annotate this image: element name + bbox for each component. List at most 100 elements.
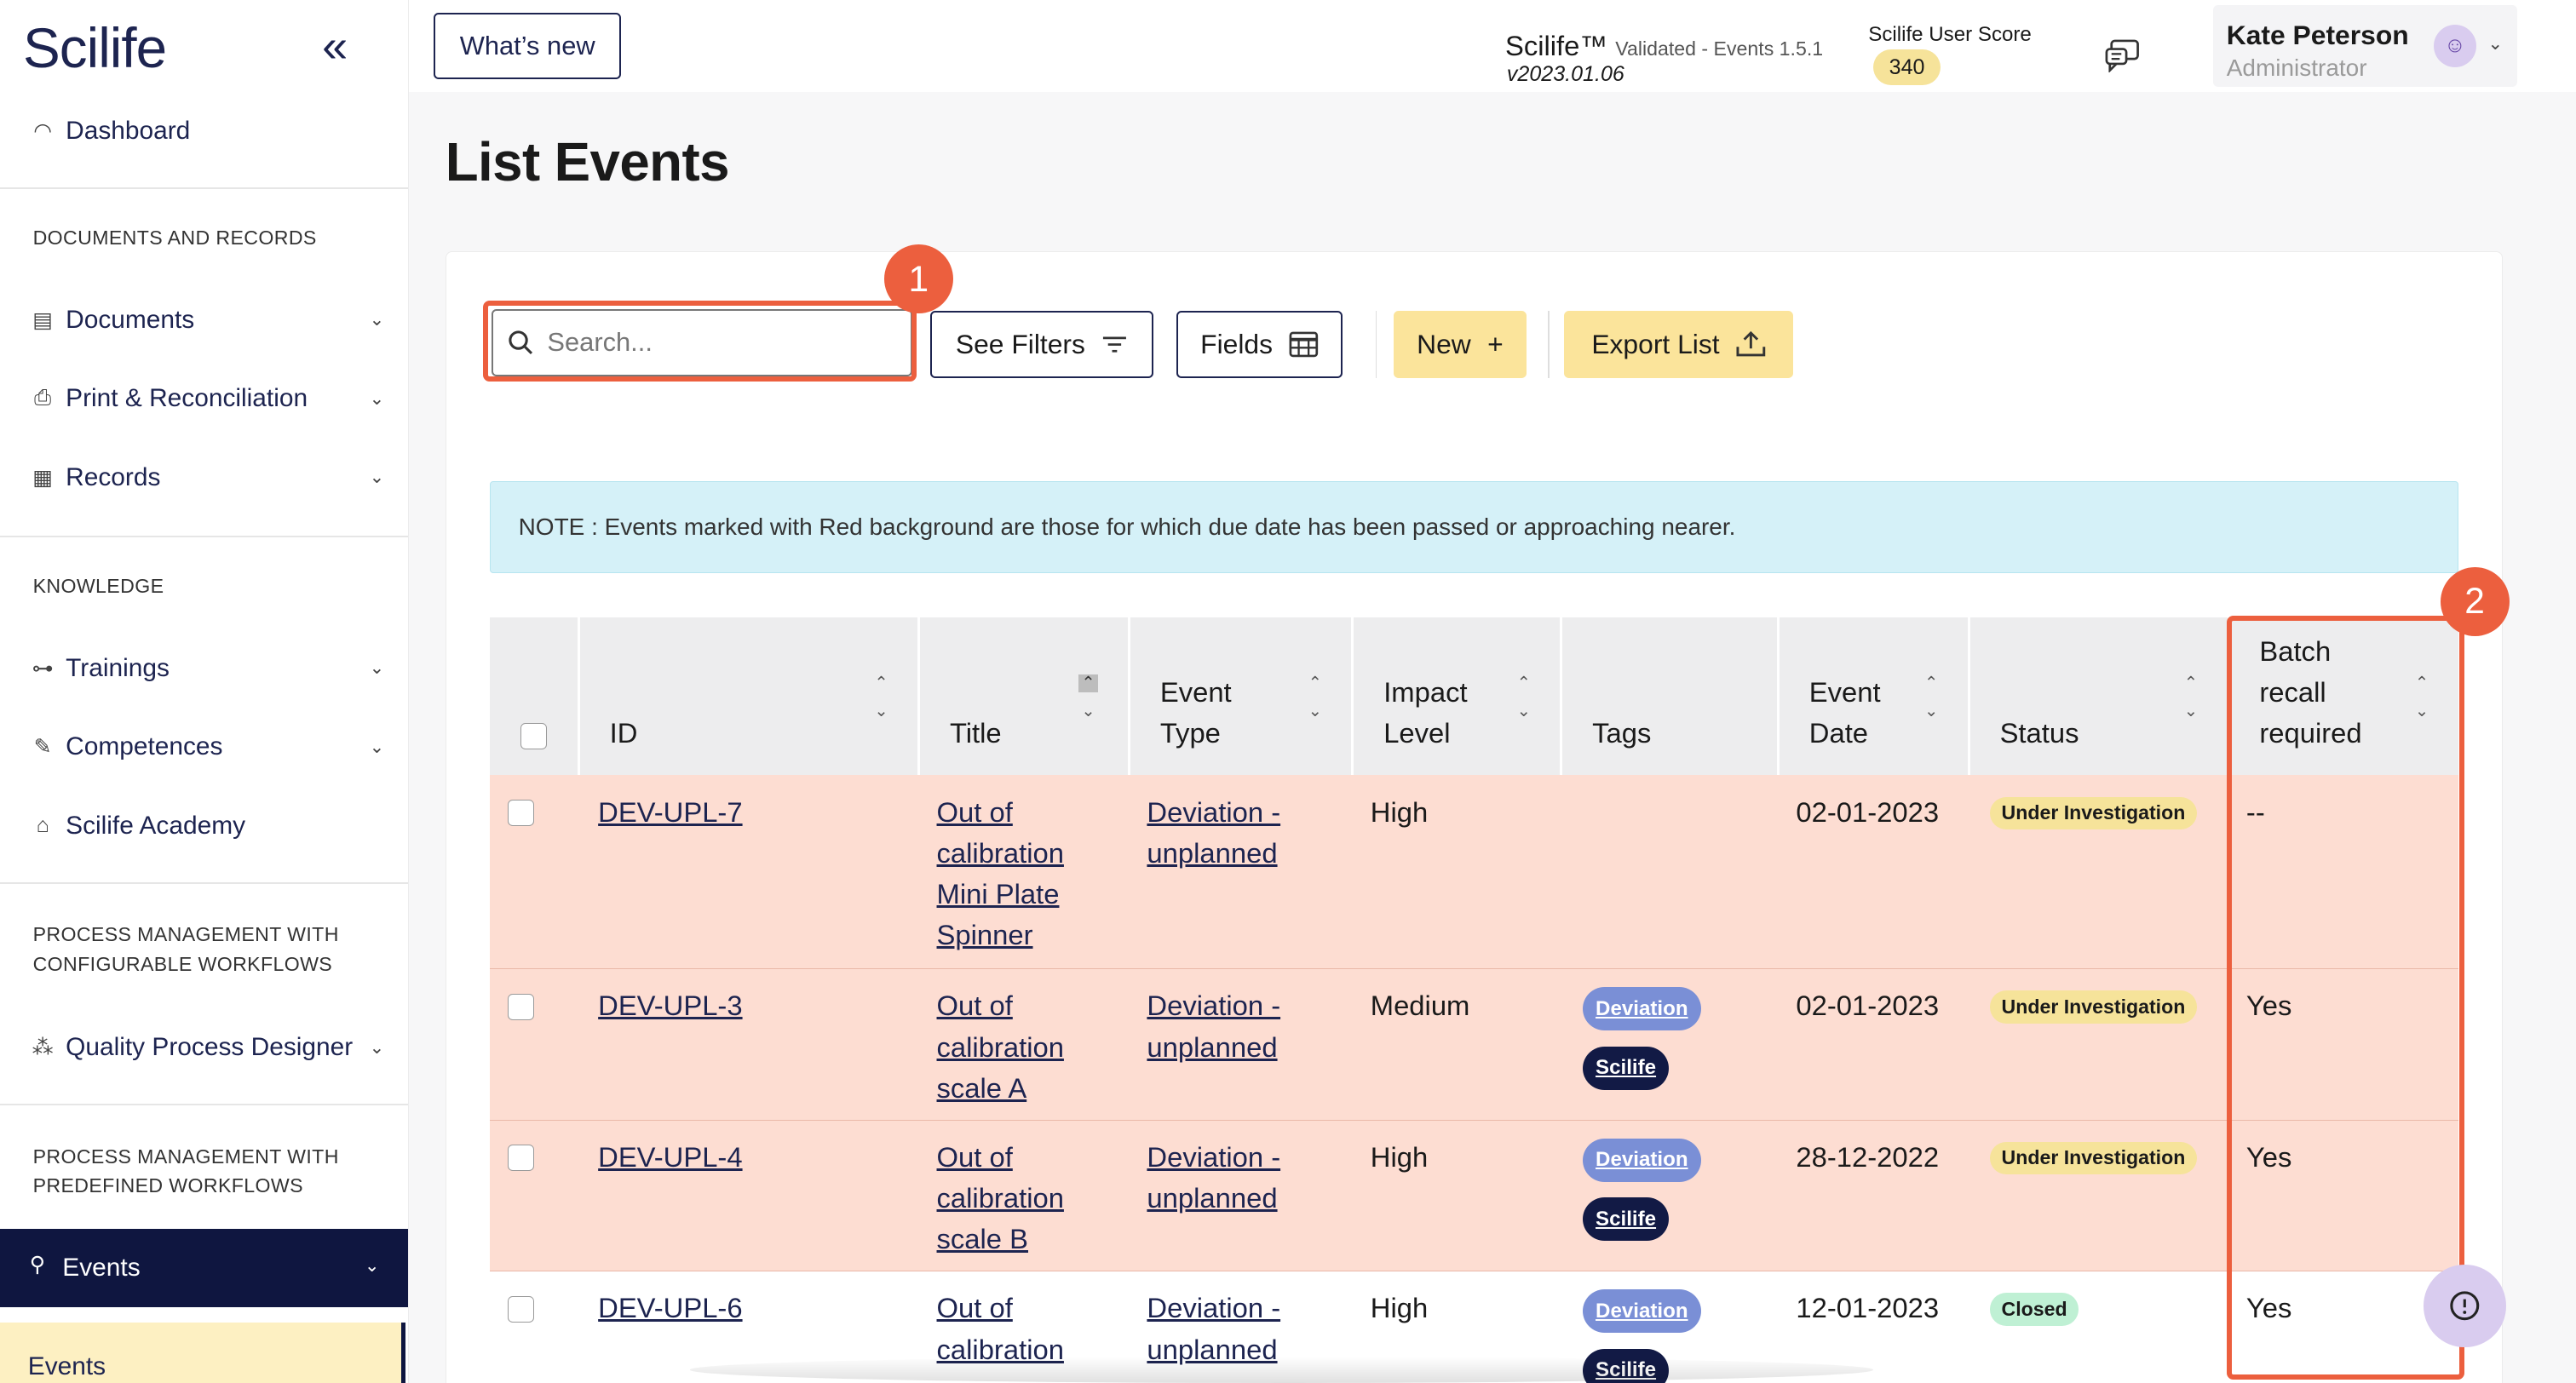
event-type-link[interactable]: Deviation - unplanned [1147,985,1280,1067]
sidebar-item-events[interactable]: ⚲ Events ⌄ [0,1228,409,1308]
workflow-icon: ⁂ [32,1036,54,1060]
header-label-line: Event [1159,675,1232,708]
header-event-date[interactable]: Event Date ⌃ ⌄ [1780,617,1970,776]
type-line: unplanned [1147,1030,1278,1063]
avatar[interactable]: ☺ [2433,24,2476,68]
event-title-link[interactable]: Out of calibration Mini Plate Spinner [937,792,1064,956]
tag-deviation[interactable]: Deviation [1582,1138,1701,1182]
impact-level: High [1370,1292,1429,1324]
sort-icon[interactable]: ⌃ ⌄ [874,670,888,726]
double-chevron-left-icon[interactable]: « [322,20,348,72]
fields-label: Fields [1200,328,1273,359]
type-line: Deviation - [1147,1140,1281,1173]
see-filters-label: See Filters [955,328,1085,359]
tag-deviation[interactable]: Deviation [1582,987,1701,1031]
user-menu[interactable]: Kate Peterson Administrator ☺ ⌄ [2213,4,2518,88]
sort-icon[interactable]: ⌃ ⌄ [1078,670,1099,726]
competences-icon: ✎ [33,735,52,760]
sort-icon[interactable]: ⌃ ⌄ [1924,670,1938,726]
header-event-type[interactable]: Event Type ⌃ ⌄ [1130,617,1354,776]
chevron-down-icon[interactable]: ⌄ [2487,33,2503,55]
event-type-link[interactable]: Deviation - unplanned [1147,792,1280,874]
section-label-process-predefined: PROCESS MANAGEMENT WITH PREDEFINED WORKF… [33,1142,339,1201]
section-label-line: CONFIGURABLE WORKFLOWS [32,952,333,975]
sidebar-item-trainings[interactable]: ⊶ Trainings ⌄ [30,654,385,683]
page-title: List Events [445,132,730,193]
scilife-logo[interactable]: Scilife [23,16,167,80]
row-checkbox[interactable] [508,994,534,1020]
event-date: 02-01-2023 [1796,990,1940,1022]
sidebar-item-dashboard[interactable]: ◠ Dashboard [30,117,385,146]
event-id-link[interactable]: DEV-UPL-7 [598,792,742,833]
title-line: Out of [936,1292,1013,1324]
tag-deviation[interactable]: Deviation [1582,1289,1701,1334]
event-title-link[interactable]: Out of calibration scale B [937,1137,1064,1260]
sidebar-item-label: Dashboard [66,116,191,145]
tag-scilife[interactable]: Scilife [1582,1046,1670,1090]
header-label-line: Date [1808,717,1869,749]
table-row[interactable]: DEV-UPL-4 Out of calibration scale B Dev… [489,1120,2458,1272]
sidebar-subitem-events[interactable]: Events [0,1322,406,1383]
event-id-link[interactable]: DEV-UPL-3 [598,985,742,1026]
section-label-line: PROCESS MANAGEMENT WITH [32,1145,339,1168]
event-id-link[interactable]: DEV-UPL-6 [598,1288,742,1328]
table-row[interactable]: DEV-UPL-7 Out of calibration Mini Plate … [489,775,2458,970]
title-line: calibration [936,1030,1064,1063]
header-impact-level[interactable]: Impact Level ⌃ ⌄ [1354,617,1563,776]
sidebar-item-quality-process-designer[interactable]: ⁂ Quality Process Designer ⌄ [30,1033,385,1062]
sidebar-subitem-label: Events [27,1351,106,1380]
chat-icon[interactable] [2105,39,2141,72]
event-type-link[interactable]: Deviation - unplanned [1147,1137,1280,1219]
type-line: Deviation - [1147,990,1281,1022]
table-row[interactable]: DEV-UPL-3 Out of calibration scale A Dev… [489,969,2458,1121]
sort-icon[interactable]: ⌃ ⌄ [1517,670,1531,726]
header-title[interactable]: Title ⌃ ⌄ [920,617,1131,776]
sidebar-item-records[interactable]: ▦ Records ⌄ [30,463,384,492]
tag-scilife[interactable]: Scilife [1582,1197,1670,1242]
chevron-down-icon: ⌄ [369,737,385,757]
title-line: Out of [936,795,1013,828]
export-list-button[interactable]: Export List [1564,310,1793,378]
sidebar-item-documents[interactable]: ▤ Documents ⌄ [30,306,384,335]
select-all-checkbox[interactable] [520,722,548,749]
sidebar-item-print[interactable]: ⎙ Print & Reconciliation ⌄ [30,384,385,413]
plus-icon: + [1487,328,1504,359]
type-line: Deviation - [1147,795,1281,828]
header-status[interactable]: Status ⌃ ⌄ [1970,617,2230,776]
section-label-knowledge: KNOWLEDGE [32,575,164,598]
header-label: Event Type [1160,672,1232,754]
new-label: New [1417,328,1471,359]
impact-level: Medium [1370,990,1470,1022]
sidebar-item-academy[interactable]: ⌂ Scilife Academy [30,812,385,841]
help-button[interactable] [2424,1265,2506,1347]
event-title-link[interactable]: Out of calibration scale A [937,985,1064,1109]
sort-icon[interactable]: ⌃ ⌄ [1308,670,1322,726]
header-id[interactable]: ID ⌃ ⌄ [580,617,921,776]
chevron-down-icon: ⌄ [369,388,385,409]
filter-icon [1103,336,1127,353]
header-label: Status [1999,717,2079,749]
sidebar-item-competences[interactable]: ✎ Competences ⌄ [30,732,385,761]
impact-level: High [1370,795,1429,828]
header-label-line: Impact [1383,675,1468,708]
sort-icon[interactable]: ⌃ ⌄ [2184,670,2198,726]
dumbbell-icon: ⊶ [32,656,54,680]
title-line: Out of [936,990,1013,1022]
see-filters-button[interactable]: See Filters [929,310,1154,378]
pin-icon: ⚲ [29,1252,46,1277]
row-checkbox[interactable] [508,800,534,827]
new-button[interactable]: New + [1393,310,1527,378]
type-line: unplanned [1147,836,1278,869]
row-checkbox[interactable] [508,1145,534,1172]
row-checkbox[interactable] [508,1295,534,1323]
status-badge: Under Investigation [1990,1141,2197,1175]
table-grid-icon [1289,331,1319,357]
status-badge: Under Investigation [1990,990,2197,1024]
header-label: ID [609,717,638,749]
app-validated-text: Validated - Events 1.5.1 [1615,37,1824,60]
whats-new-button[interactable]: What’s new [434,13,622,79]
event-id-link[interactable]: DEV-UPL-4 [598,1137,742,1178]
toolbar-divider [1548,310,1550,378]
header-label: Impact Level [1383,672,1467,754]
fields-button[interactable]: Fields [1176,310,1343,378]
